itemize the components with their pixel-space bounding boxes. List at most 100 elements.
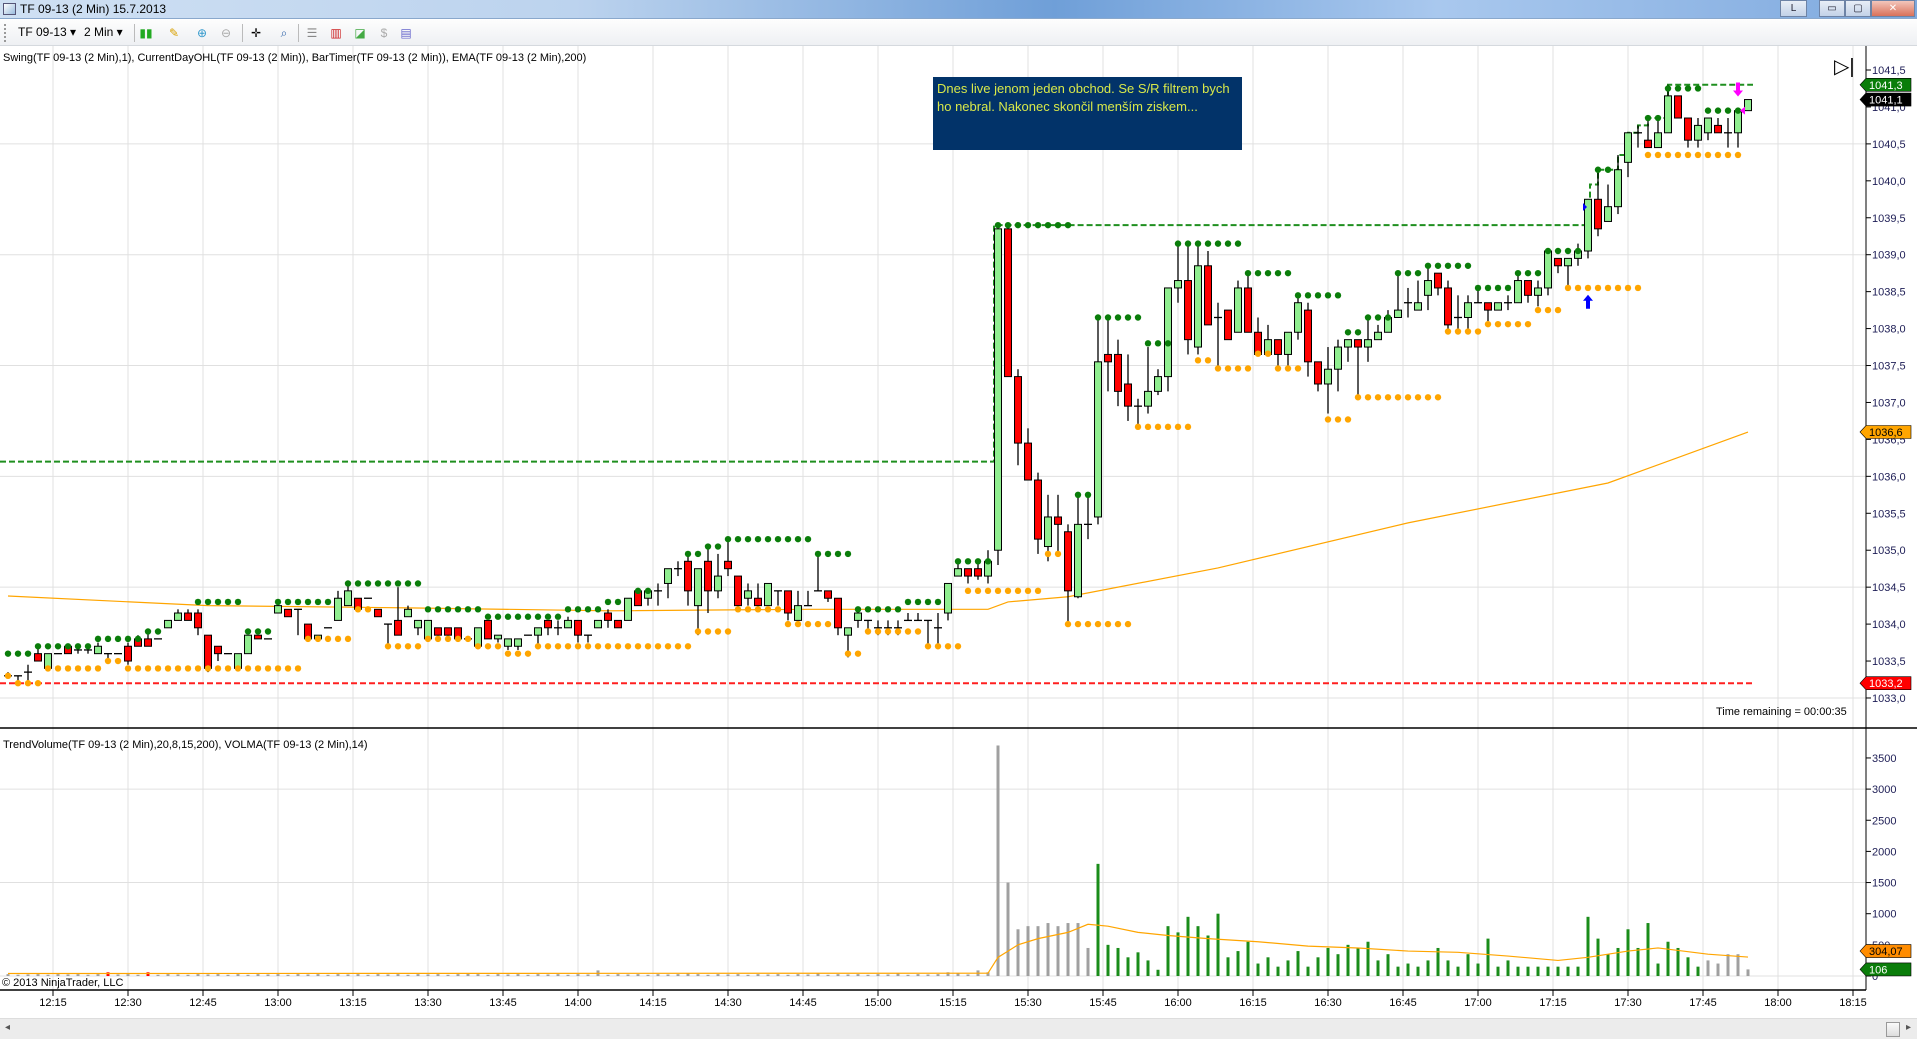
swing-low-dot (1534, 306, 1542, 314)
swing-low-dot (1684, 151, 1692, 159)
swing-low-dot (964, 587, 972, 595)
price-axis-label: 1035,5 (1872, 508, 1906, 520)
volume-bar (646, 974, 650, 976)
swing-low-dot (1254, 350, 1262, 357)
candle-up (1174, 280, 1182, 289)
volume-axis-label: 3000 (1872, 784, 1896, 796)
swing-low-dot (314, 635, 322, 643)
volume-bar (376, 974, 380, 976)
swing-low-dot (1594, 284, 1602, 292)
candle-up (344, 590, 352, 607)
swing-high-dot (1714, 107, 1722, 114)
horizontal-scrollbar[interactable]: ◂ ▸ (0, 1018, 1917, 1039)
swing-high-dot (894, 606, 902, 613)
chart-annotation-note[interactable]: Dnes live jenom jeden obchod. Se S/R fil… (933, 77, 1242, 150)
swing-low-dot (1334, 416, 1342, 423)
swing-low-dot (64, 665, 72, 672)
candle-down (604, 612, 612, 621)
swing-high-dot (54, 643, 62, 650)
candle-down (1024, 442, 1032, 481)
candle-up (994, 228, 1002, 551)
volume-bar (506, 974, 510, 976)
swing-high-dot (554, 613, 562, 620)
candle-up (714, 575, 722, 592)
candle-up (1164, 287, 1172, 378)
candle-up (794, 605, 802, 621)
swing-high-dot (1704, 107, 1712, 114)
swing-high-dot (1574, 247, 1582, 255)
volume-bar (1696, 966, 1700, 976)
volume-bar (226, 974, 230, 976)
volume-bar (676, 974, 680, 976)
swing-low-dot (1454, 328, 1462, 335)
candle-up (1144, 390, 1152, 407)
price-axis-label: 1034,0 (1872, 619, 1906, 631)
time-axis-label: 14:15 (639, 997, 667, 1009)
candle-down (144, 638, 152, 647)
swing-low-dot (364, 606, 372, 613)
swing-low-dot (1064, 620, 1072, 628)
scroll-right-icon[interactable]: ▸ (1906, 1022, 1911, 1033)
swing-high-dot (644, 587, 652, 595)
price-marker-label: 1041,3 (1869, 80, 1903, 92)
swing-high-dot (794, 535, 802, 543)
candle-up (1564, 257, 1572, 267)
swing-high-dot (1284, 269, 1292, 277)
time-axis-label: 17:15 (1539, 997, 1567, 1009)
volume-bar (1046, 923, 1050, 976)
volume-marker-label: 304,07 (1869, 946, 1903, 958)
swing-low-dot (1134, 423, 1142, 431)
volume-bar (1416, 966, 1420, 976)
volume-bar (16, 974, 20, 976)
swing-high-dot (1344, 329, 1352, 336)
swing-low-dot (1654, 151, 1662, 159)
swing-high-dot (94, 635, 102, 643)
swing-low-dot (604, 643, 612, 650)
candle-down (834, 597, 842, 629)
volume-axis-label: 2000 (1872, 846, 1896, 858)
swing-high-dot (1014, 221, 1022, 229)
time-axis-label: 12:45 (189, 997, 217, 1009)
time-axis-label: 13:15 (339, 997, 367, 1009)
candle-up (1614, 169, 1622, 208)
volume-bar (166, 974, 170, 976)
volume-bar (796, 974, 800, 976)
swing-low-dot (924, 643, 932, 650)
swing-high-dot (454, 606, 462, 613)
time-axis-label: 17:30 (1614, 997, 1642, 1009)
candle-down (1314, 361, 1322, 385)
swing-high-dot (1334, 292, 1342, 299)
volume-bar (536, 974, 540, 976)
volume-bar (26, 974, 30, 976)
volume-bar (96, 974, 100, 976)
candle-up (1424, 280, 1432, 296)
swing-low-dot (1634, 284, 1642, 292)
swing-low-dot (1094, 620, 1102, 628)
candle-up (414, 619, 422, 629)
price-axis-label: 1040,0 (1872, 176, 1906, 188)
candle-up (1324, 368, 1332, 385)
volume-bar (236, 974, 240, 976)
scrollbar-thumb[interactable] (1886, 1022, 1900, 1037)
price-marker-label: 1036,6 (1869, 427, 1903, 439)
price-axis-label: 1041,5 (1872, 65, 1906, 77)
candle-down (434, 627, 442, 636)
swing-low-dot (244, 665, 252, 672)
scroll-to-end-icon[interactable]: ▷| (1834, 57, 1855, 77)
volume-bar (896, 973, 900, 976)
swing-high-dot (144, 628, 152, 635)
candle-up (944, 582, 952, 614)
volume-bar (86, 974, 90, 976)
swing-low-dot (774, 606, 782, 613)
candle-down (1524, 280, 1532, 296)
chart-canvas[interactable]: 12:15 12:30 12:45 13:00 13:15 13:30 13:45 14:00… (0, 0, 1917, 1018)
volume-bar (696, 974, 700, 976)
swing-low-dot (1604, 284, 1612, 292)
volume-bar (1496, 966, 1500, 976)
candle-down (544, 619, 552, 629)
volume-bar (1676, 947, 1680, 976)
candle-up (334, 597, 342, 621)
scroll-left-icon[interactable]: ◂ (5, 1022, 10, 1033)
candle-down (824, 590, 832, 599)
time-axis-label: 15:00 (864, 997, 892, 1009)
